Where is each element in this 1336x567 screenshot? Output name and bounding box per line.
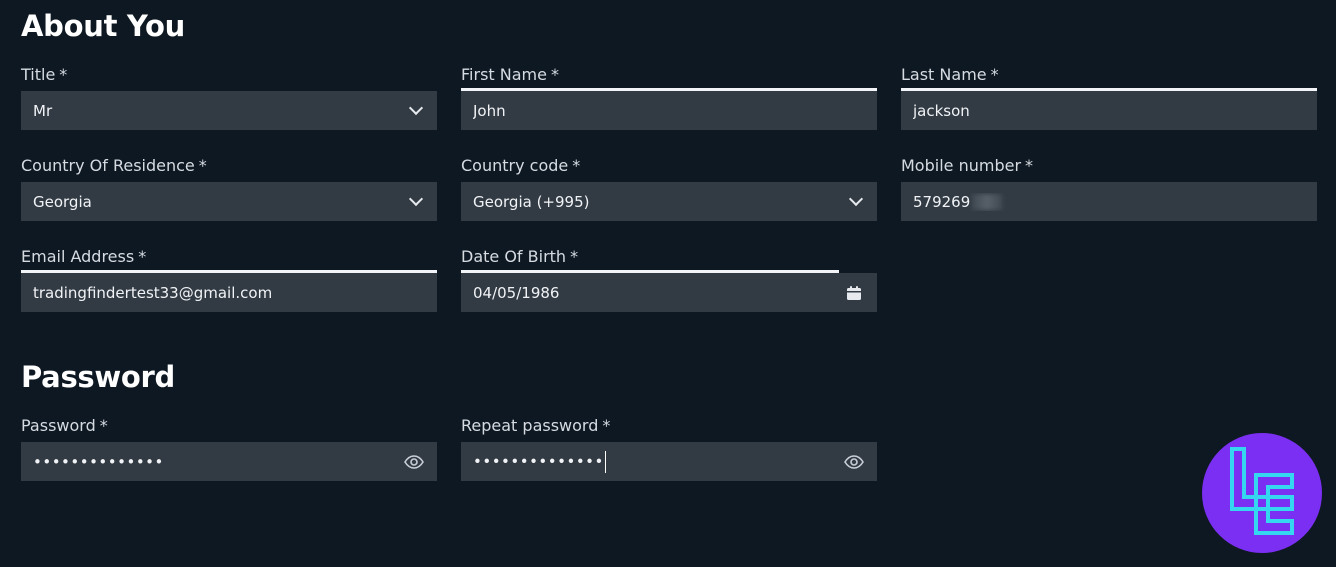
dob-value: 04/05/1986 xyxy=(473,283,560,302)
first-name-input[interactable]: John xyxy=(461,88,877,130)
first-name-field: First Name * John xyxy=(461,65,877,130)
eye-icon[interactable] xyxy=(843,451,865,473)
mobile-label: Mobile number * xyxy=(901,156,1034,175)
eye-icon[interactable] xyxy=(403,451,425,473)
chevron-down-icon xyxy=(408,100,424,116)
country-code-select[interactable]: Georgia (+995) xyxy=(461,182,877,221)
last-name-field: Last Name * jackson xyxy=(901,65,1317,130)
title-field: Title * Mr xyxy=(21,65,437,130)
calendar-icon[interactable] xyxy=(843,282,865,304)
dob-input[interactable]: 04/05/1986 xyxy=(461,270,877,312)
title-select[interactable]: Mr xyxy=(21,91,437,130)
last-name-label: Last Name * xyxy=(901,65,999,84)
country-label: Country Of Residence * xyxy=(21,156,207,175)
country-field: Country Of Residence * Georgia xyxy=(21,156,437,221)
country-code-field: Country code * Georgia (+995) xyxy=(461,156,877,221)
redaction-blur xyxy=(972,194,1003,210)
password-label: Password * xyxy=(21,416,108,435)
country-code-value: Georgia (+995) xyxy=(473,192,590,211)
about-you-heading: About You xyxy=(21,9,185,43)
dob-field: Date Of Birth * 04/05/1986 xyxy=(461,247,877,312)
password-value: •••••••••••••• xyxy=(33,452,164,471)
dob-label: Date Of Birth * xyxy=(461,247,579,266)
repeat-password-field: Repeat password * •••••••••••••• xyxy=(461,416,877,481)
repeat-password-input[interactable]: •••••••••••••• xyxy=(461,442,877,481)
text-caret xyxy=(604,450,606,473)
repeat-password-label: Repeat password * xyxy=(461,416,611,435)
first-name-label: First Name * xyxy=(461,65,559,84)
password-heading: Password xyxy=(21,360,175,394)
mobile-value: 579269 xyxy=(913,192,971,211)
country-value: Georgia xyxy=(33,192,92,211)
email-value: tradingfindertest33@gmail.com xyxy=(33,283,273,302)
repeat-password-value: •••••••••••••• xyxy=(473,452,604,470)
password-input[interactable]: •••••••••••••• xyxy=(21,442,437,481)
email-label: Email Address * xyxy=(21,247,147,266)
mobile-input[interactable]: 579269 xyxy=(901,182,1317,221)
tradingfinder-logo-icon xyxy=(1202,433,1322,553)
password-field: Password * •••••••••••••• xyxy=(21,416,437,481)
title-value: Mr xyxy=(33,101,53,120)
email-input[interactable]: tradingfindertest33@gmail.com xyxy=(21,270,437,312)
chevron-down-icon xyxy=(848,191,864,207)
mobile-field: Mobile number * 579269 xyxy=(901,156,1317,221)
country-code-label: Country code * xyxy=(461,156,581,175)
last-name-input[interactable]: jackson xyxy=(901,88,1317,130)
chevron-down-icon xyxy=(408,191,424,207)
last-name-value: jackson xyxy=(913,101,970,120)
email-field: Email Address * tradingfindertest33@gmail… xyxy=(21,247,437,312)
first-name-value: John xyxy=(473,101,506,120)
title-label: Title * xyxy=(21,65,68,84)
country-select[interactable]: Georgia xyxy=(21,182,437,221)
